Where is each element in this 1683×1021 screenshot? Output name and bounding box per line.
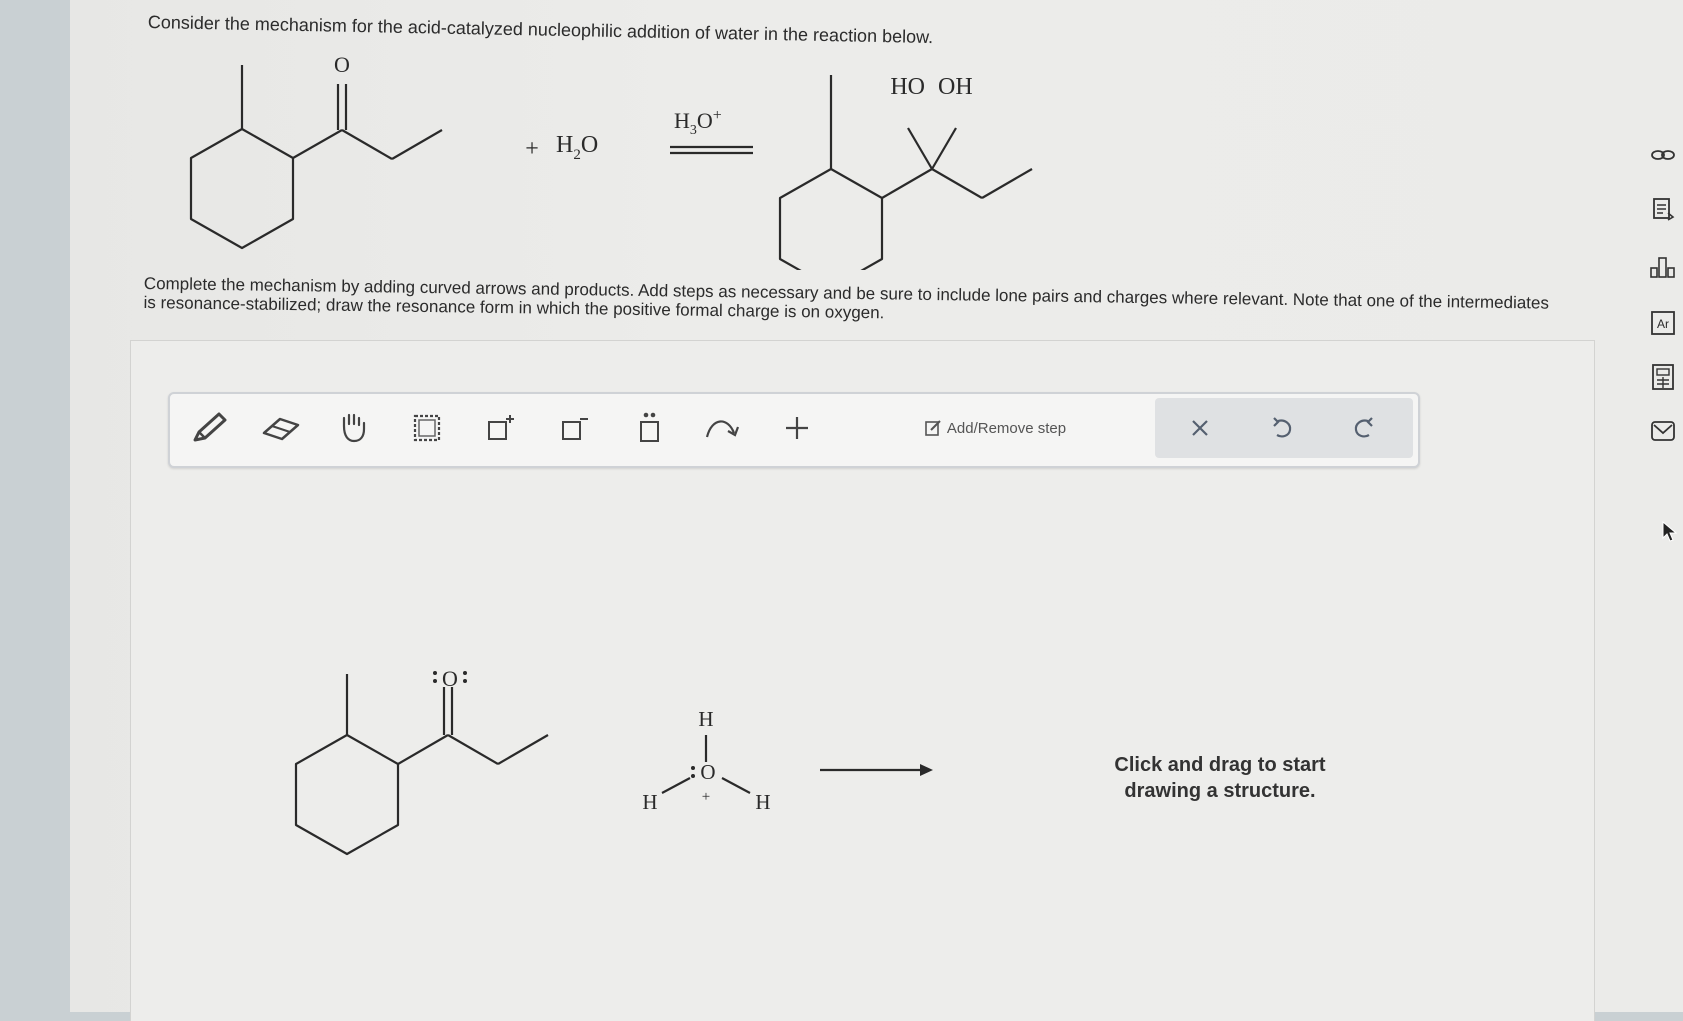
canvas-hint: Click and drag to start drawing a struct… <box>1090 752 1350 804</box>
clear-button[interactable] <box>1175 398 1225 458</box>
canvas-hint-line2: drawing a structure. <box>1124 780 1316 802</box>
canvas-cyclohexane-ring <box>294 733 400 856</box>
drawing-toolbar: Add/Remove step <box>168 392 1420 468</box>
edit-actions <box>1155 398 1413 458</box>
redo-icon <box>1354 417 1373 438</box>
positive-charge-icon <box>488 415 514 440</box>
canvas-hint-line1: Click and drag to start <box>1114 754 1326 776</box>
close-icon <box>1192 420 1208 436</box>
plus-icon <box>786 417 808 439</box>
hydronium-h-top: H <box>698 707 713 731</box>
positive-charge-tool[interactable] <box>476 394 526 462</box>
catalyst-formula: H3O+ <box>674 107 722 138</box>
undo-button[interactable] <box>1257 398 1307 458</box>
element-icon: Ar <box>1651 311 1675 335</box>
negative-charge-icon <box>562 418 588 440</box>
marquee-icon <box>413 414 441 442</box>
calculator-icon <box>1652 364 1674 390</box>
reaction-scheme: O + H2O H3O+ HO OH <box>189 52 1033 270</box>
reactant-oxygen: O <box>334 52 350 77</box>
canvas-ketone-oxygen: O <box>442 666 458 691</box>
svg-text:Ar: Ar <box>1657 317 1669 331</box>
product-ho-label: HO <box>890 74 925 100</box>
hydronium-h-left: H <box>642 790 657 814</box>
link-icon <box>1651 150 1675 160</box>
edit-icon <box>925 420 941 436</box>
mail-button[interactable] <box>1648 416 1678 446</box>
pencil-icon <box>193 412 227 442</box>
mail-icon <box>1651 421 1675 441</box>
add-atom-tool[interactable] <box>772 394 822 462</box>
hydronium-oxygen: O <box>700 760 715 784</box>
eraser-tool[interactable] <box>256 394 306 462</box>
canvas-structures: O H O + H H <box>294 666 933 856</box>
hydronium-h-right: H <box>755 790 770 814</box>
periodic-table-button[interactable] <box>1648 252 1678 282</box>
product-oh-label: OH <box>938 74 973 100</box>
add-remove-step-label: Add/Remove step <box>946 419 1067 437</box>
periodic-table-icon <box>1650 257 1675 278</box>
undo-icon <box>1273 417 1292 438</box>
redo-button[interactable] <box>1339 398 1389 458</box>
notes-icon <box>1653 198 1675 221</box>
calculator-button[interactable] <box>1648 362 1678 392</box>
pencil-tool[interactable] <box>184 394 234 462</box>
lone-pair-icon <box>640 412 659 442</box>
reactant-cyclohexane-ring <box>189 127 295 250</box>
link-button[interactable] <box>1648 140 1678 170</box>
water-formula: H2O <box>556 132 598 163</box>
curved-arrow-tool[interactable] <box>698 394 748 462</box>
move-tool[interactable] <box>328 394 378 462</box>
product-cyclohexane-ring <box>778 167 884 270</box>
select-tool[interactable] <box>402 394 452 462</box>
hand-icon <box>342 413 366 443</box>
notes-button[interactable] <box>1648 194 1678 224</box>
plus-sign: + <box>525 136 539 162</box>
eraser-icon <box>262 417 300 441</box>
cursor-icon <box>1662 520 1678 542</box>
negative-charge-tool[interactable] <box>550 394 600 462</box>
element-button[interactable]: Ar <box>1648 308 1678 338</box>
add-remove-step-button[interactable]: Add/Remove step <box>910 394 1080 462</box>
lone-pair-tool[interactable] <box>624 394 674 462</box>
hydronium-charge: + <box>702 789 710 805</box>
curved-arrow-icon <box>705 420 740 438</box>
